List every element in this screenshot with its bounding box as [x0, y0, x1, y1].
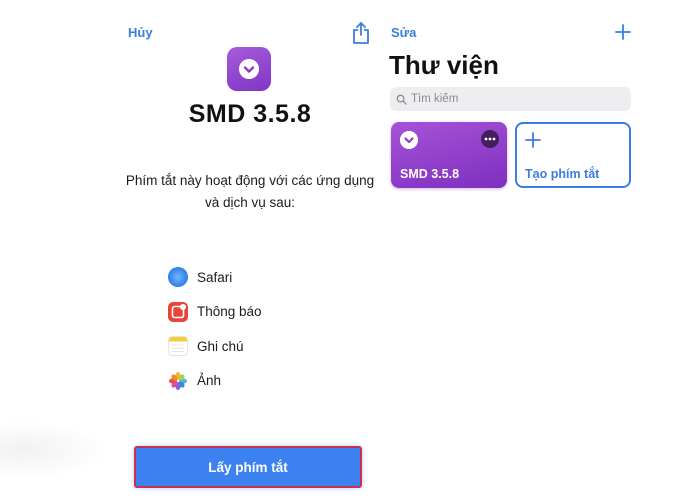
- list-item: Ảnh: [168, 364, 348, 399]
- search-input[interactable]: [411, 93, 611, 105]
- card-label: Tạo phím tắt: [525, 167, 600, 181]
- screen: Hủy SMD 3.5.8 Phím tắt này hoạt động với…: [0, 0, 700, 500]
- app-name: Safari: [197, 269, 233, 285]
- app-name: Ảnh: [197, 373, 222, 389]
- shortcut-card-smd[interactable]: SMD 3.5.8: [391, 122, 507, 188]
- shortcut-description: Phím tắt này hoạt động với các ứng dụng …: [125, 173, 375, 210]
- reminders-icon: [168, 301, 188, 322]
- card-label: SMD 3.5.8: [400, 167, 460, 181]
- more-options-icon[interactable]: [481, 130, 499, 148]
- page-title: Thư viện: [389, 50, 499, 80]
- add-icon[interactable]: [615, 24, 631, 40]
- shortcut-app-icon: [227, 47, 271, 91]
- app-name: Ghi chú: [197, 338, 244, 354]
- safari-icon: [168, 267, 188, 288]
- shortcut-title: SMD 3.5.8: [188, 100, 312, 128]
- list-item: Thông báo: [168, 295, 348, 330]
- photos-icon: [169, 371, 187, 390]
- shortcut-detail-panel: Hủy SMD 3.5.8 Phím tắt này hoạt động với…: [0, 0, 375, 500]
- plus-icon: [525, 132, 541, 148]
- cancel-button[interactable]: Hủy: [128, 25, 153, 40]
- list-item: Safari: [168, 260, 348, 295]
- library-panel: Sửa Thư viện SMD 3.5.8: [375, 0, 700, 500]
- chevron-down-icon: [400, 131, 418, 149]
- notes-icon: [168, 336, 188, 356]
- app-name: Thông báo: [197, 304, 262, 320]
- search-bar[interactable]: [390, 87, 631, 111]
- search-icon: [396, 94, 407, 105]
- decorative-glow: [0, 420, 110, 480]
- get-shortcut-button[interactable]: Lấy phím tắt: [134, 446, 362, 488]
- share-icon[interactable]: [352, 22, 370, 44]
- app-list: Safari Thông báo Ghi chú Ảnh: [168, 260, 348, 398]
- edit-button[interactable]: Sửa: [391, 25, 416, 40]
- create-shortcut-card[interactable]: Tạo phím tắt: [515, 122, 631, 188]
- chevron-down-icon: [239, 59, 259, 79]
- list-item: Ghi chú: [168, 329, 348, 364]
